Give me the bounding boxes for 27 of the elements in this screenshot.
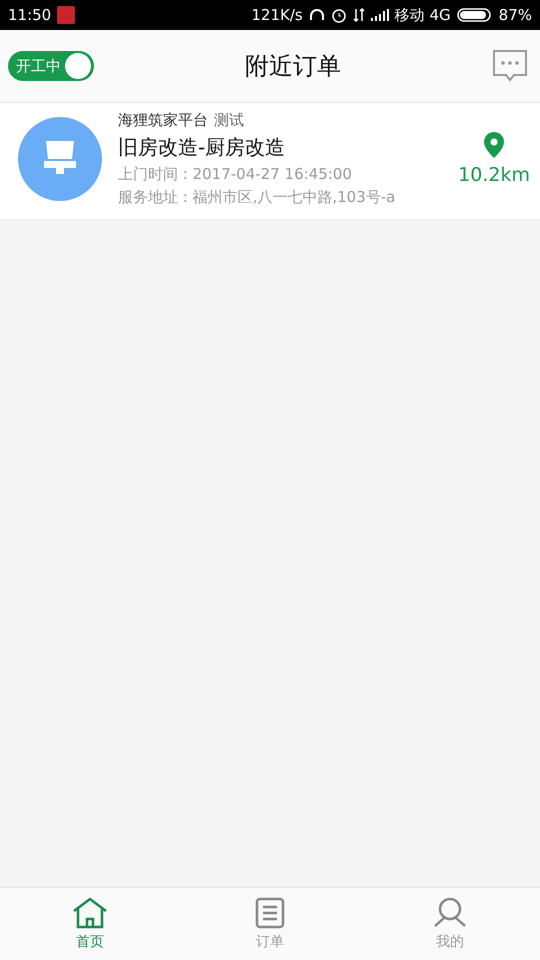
visit-time: 上门时间 : 2017-04-27 16:45:00 (118, 165, 353, 184)
work-toggle[interactable]: 开工中 (8, 51, 94, 81)
person-icon (433, 897, 467, 929)
nav-tab[interactable]: 我的 (360, 888, 540, 960)
network-speed: 121K/s (251, 6, 303, 24)
home-icon (72, 897, 108, 929)
service-address: 服务地址 : 福州市区,八一七中路,103号-a (118, 188, 396, 207)
signal-icon (370, 9, 389, 21)
location-pin-icon (484, 132, 504, 158)
nav-tab[interactable]: 首页 (0, 888, 180, 960)
platform-name: 海狸筑家平台 (118, 111, 208, 130)
page-title: 附近订单 (244, 51, 342, 82)
data-arrows-icon (352, 8, 365, 22)
battery-percent: 87% (498, 6, 532, 24)
battery-icon (456, 8, 493, 22)
order-card[interactable]: 海狸筑家平台 测试 旧房改造-厨房改造 上门时间 : 2017-04-27 16:45:00 服务地址 : 福州市区,八一七中路,103号-a 10.2km (0, 103, 540, 220)
app-icon (57, 6, 76, 24)
document-icon (255, 897, 285, 929)
distance: 10.2km (458, 164, 530, 186)
nav-tab[interactable]: 订单 (180, 888, 360, 960)
order-title: 旧房改造-厨房改造 (118, 134, 286, 161)
clock: 11:50 (8, 6, 52, 24)
message-icon[interactable] (492, 49, 528, 83)
carrier-label: 移动 4G (394, 6, 451, 24)
headphones-icon (308, 8, 325, 22)
alarm-icon (330, 7, 347, 23)
order-tag: 测试 (214, 111, 244, 130)
